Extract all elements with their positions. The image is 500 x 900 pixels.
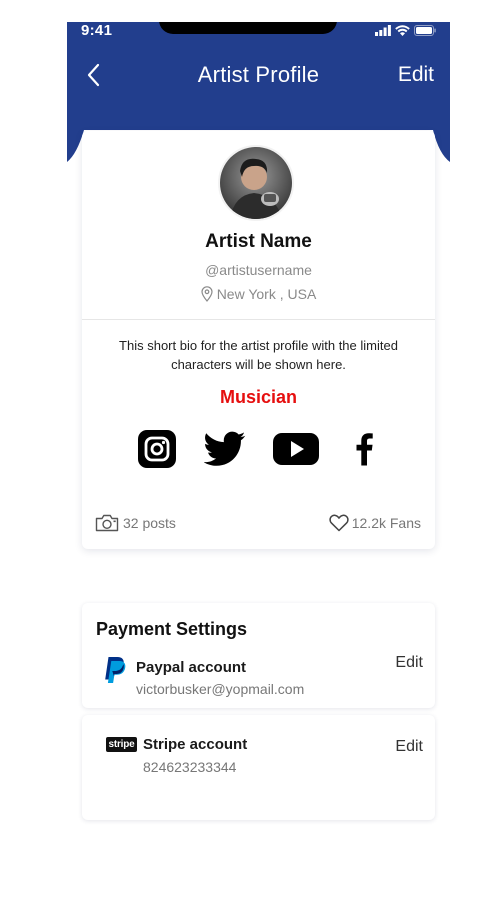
stripe-edit-button[interactable]: Edit <box>395 738 423 756</box>
artist-role: Musician <box>219 387 298 407</box>
location-pin-icon <box>201 286 213 302</box>
fans-count[interactable]: 12.2k Fans <box>329 514 421 532</box>
social-links <box>137 429 377 469</box>
phone-screen: 9:41 Artist Profile Edit Artist Name @ar… <box>67 22 450 900</box>
stripe-account-number: 824623233344 <box>143 759 237 775</box>
back-button[interactable] <box>79 60 107 90</box>
artist-location: New York , USA <box>82 286 435 302</box>
paypal-icon <box>102 656 126 689</box>
camera-icon <box>95 514 119 532</box>
youtube-icon[interactable] <box>273 429 319 469</box>
profile-card: Artist Name @artistusername New York , U… <box>82 131 435 549</box>
battery-icon <box>414 24 436 36</box>
status-time: 9:41 <box>81 22 113 39</box>
paypal-account-email: victorbusker@yopmail.com <box>136 681 305 697</box>
stripe-account-card: stripe Stripe account 824623233344 Edit <box>82 715 435 820</box>
chevron-left-icon <box>87 63 100 87</box>
fans-text: 12.2k Fans <box>351 515 421 531</box>
heart-icon <box>329 514 349 532</box>
avatar[interactable] <box>218 145 294 221</box>
artist-bio: This short bio for the artist profile wi… <box>119 338 398 372</box>
wifi-icon <box>395 24 410 36</box>
paypal-edit-button[interactable]: Edit <box>395 654 423 672</box>
artist-username: @artistusername <box>205 262 312 278</box>
artist-name: Artist Name <box>205 231 312 252</box>
location-text: New York , USA <box>216 286 317 302</box>
stripe-account-name: Stripe account <box>143 736 248 753</box>
posts-count[interactable]: 32 posts <box>95 514 176 532</box>
payment-settings-title: Payment Settings <box>96 619 248 639</box>
posts-text: 32 posts <box>123 515 176 531</box>
paypal-account-name: Paypal account <box>136 659 247 676</box>
status-icons <box>375 24 436 36</box>
signal-icon <box>375 24 391 36</box>
payment-settings-card: Payment Settings Paypal account victorbu… <box>82 603 435 708</box>
divider <box>82 319 435 320</box>
edit-profile-button[interactable]: Edit <box>398 63 434 87</box>
stripe-icon: stripe <box>106 737 137 752</box>
device-notch <box>159 22 337 34</box>
facebook-icon[interactable] <box>351 429 377 469</box>
instagram-icon[interactable] <box>137 429 177 469</box>
twitter-icon[interactable] <box>204 429 246 469</box>
